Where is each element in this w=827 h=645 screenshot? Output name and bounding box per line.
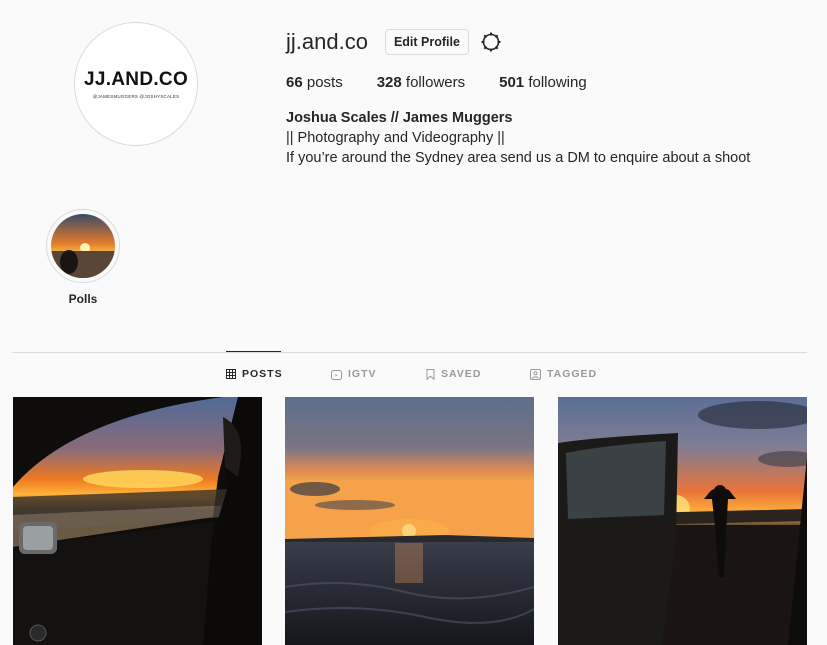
followers-label: followers — [405, 74, 466, 91]
following-stat[interactable]: 501 following — [499, 74, 587, 91]
followers-count: 328 — [376, 74, 402, 91]
post-image-ocean-sunset — [285, 397, 534, 645]
bio-line-1: || Photography and Videography || — [286, 130, 505, 146]
post-thumbnail-1[interactable] — [13, 397, 262, 645]
avatar-sub-text: @JAMESMUGGERS @JOSHYSCALES — [92, 93, 180, 99]
following-count: 501 — [499, 74, 525, 91]
grid-icon — [226, 369, 236, 379]
profile-avatar[interactable]: JJ.AND.CO @JAMESMUGGERS @JOSHYSCALES — [74, 22, 198, 146]
tab-saved[interactable]: SAVED — [426, 368, 481, 380]
tab-igtv-label: IGTV — [348, 368, 377, 380]
active-tab-indicator — [226, 351, 281, 352]
posts-stat: 66 posts — [286, 74, 343, 91]
following-label: following — [528, 74, 587, 91]
posts-count: 66 — [286, 74, 303, 91]
edit-profile-button[interactable]: Edit Profile — [384, 29, 469, 55]
tab-tagged[interactable]: TAGGED — [530, 368, 597, 380]
post-image-car-door-sunset-person — [558, 397, 807, 645]
post-thumbnail-3[interactable] — [558, 397, 807, 645]
bookmark-icon — [426, 368, 435, 380]
tagged-icon — [530, 368, 541, 380]
tab-posts[interactable]: POSTS — [226, 368, 283, 380]
igtv-icon — [331, 369, 342, 380]
profile-bio: Joshua Scales // James Muggers || Photog… — [286, 108, 750, 168]
posts-label: posts — [306, 74, 343, 91]
bio-line-2: If you’re around the Sydney area send us… — [286, 150, 751, 166]
profile-username: jj.and.co — [286, 29, 368, 54]
profile-stats: 66 posts 328 followers 501 following — [286, 74, 621, 91]
tab-saved-label: SAVED — [441, 368, 482, 380]
profile-header: jj.and.co Edit Profile — [286, 28, 502, 56]
highlight-label: Polls — [68, 292, 98, 306]
bio-name: Joshua Scales // James Muggers — [286, 110, 513, 126]
tabs-divider — [12, 352, 807, 353]
settings-gear-icon[interactable] — [480, 31, 502, 53]
profile-tabs: POSTS IGTV SAVED TAGGED — [0, 368, 827, 382]
avatar-logo-text: JJ.AND.CO — [83, 68, 189, 90]
highlight-ring — [46, 209, 120, 283]
post-thumbnail-2[interactable] — [285, 397, 534, 645]
tab-igtv[interactable]: IGTV — [331, 368, 377, 380]
post-image-car-window-sunset — [13, 397, 262, 645]
tab-tagged-label: TAGGED — [547, 368, 598, 380]
followers-stat[interactable]: 328 followers — [377, 74, 465, 91]
highlight-cover-image — [51, 214, 115, 278]
story-highlight[interactable]: Polls — [46, 209, 120, 306]
tab-posts-label: POSTS — [242, 368, 283, 380]
